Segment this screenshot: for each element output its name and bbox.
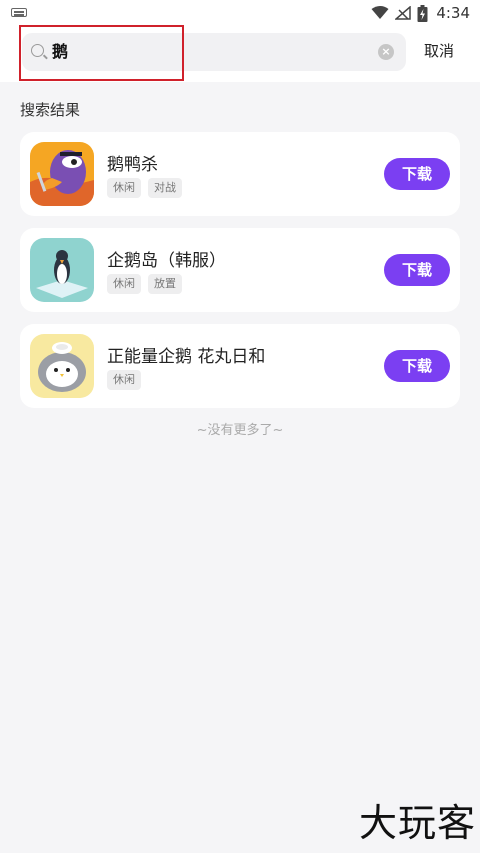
app-name[interactable]: 鹅鸭杀 [107, 150, 158, 175]
tag: 休闲 [107, 274, 141, 294]
status-bar: 4:34 [0, 0, 480, 26]
tag-list: 休闲 [107, 370, 141, 390]
download-button[interactable]: 下载 [384, 254, 450, 286]
cancel-button[interactable]: 取消 [424, 40, 454, 61]
keyboard-icon [11, 8, 27, 17]
app-icon-koupen-chan[interactable] [30, 334, 94, 398]
search-header: 鹅 × [0, 26, 480, 82]
tag: 放置 [148, 274, 182, 294]
download-button[interactable]: 下载 [384, 350, 450, 382]
watermark-logo: 大玩客 [358, 801, 476, 845]
status-time: 4:34 [436, 4, 470, 22]
tag: 休闲 [107, 178, 141, 198]
battery-charging-icon [417, 4, 428, 22]
status-icons: 4:34 [371, 3, 470, 23]
app-icon-penguin-island[interactable] [30, 238, 94, 302]
tag: 对战 [148, 178, 182, 198]
result-card[interactable]: 企鹅岛（韩服） 休闲 放置 下载 [20, 228, 460, 312]
tag: 休闲 [107, 370, 141, 390]
clear-icon[interactable]: × [378, 44, 394, 60]
section-title: 搜索结果 [20, 101, 81, 119]
app-name[interactable]: 企鹅岛（韩服） [107, 246, 226, 271]
result-card[interactable]: 鹅鸭杀 休闲 对战 下载 [20, 132, 460, 216]
search-input[interactable]: 鹅 × [22, 33, 406, 71]
app-name[interactable]: 正能量企鹅 花丸日和 [107, 342, 265, 367]
no-more-text: ~没有更多了~ [196, 423, 284, 438]
search-icon [31, 44, 44, 57]
no-signal-icon [395, 6, 412, 20]
search-query[interactable]: 鹅 [52, 33, 68, 71]
app-icon-goose-duck[interactable] [30, 142, 94, 206]
tag-list: 休闲 放置 [107, 274, 182, 294]
wifi-icon [371, 6, 389, 19]
result-card[interactable]: 正能量企鹅 花丸日和 休闲 下载 [20, 324, 460, 408]
tag-list: 休闲 对战 [107, 178, 182, 198]
download-button[interactable]: 下载 [384, 158, 450, 190]
